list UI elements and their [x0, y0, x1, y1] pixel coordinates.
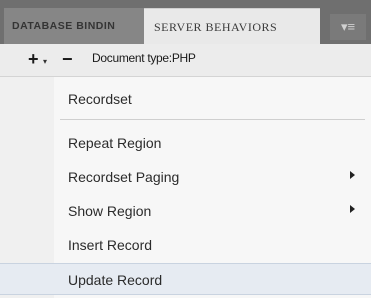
- menu-item-label: Insert Record: [68, 237, 153, 253]
- menu-item-label: Show Region: [68, 203, 152, 219]
- menu-separator: [60, 119, 365, 120]
- menu-item-label: Repeat Region: [68, 135, 162, 151]
- menu-item-update-record[interactable]: Update Record: [0, 263, 371, 295]
- remove-behavior-button[interactable]: −: [62, 48, 73, 70]
- panel-tab-bar: DATABASE BINDIN SERVER BEHAVIORS ▾≡: [0, 0, 371, 44]
- menu-item-recordset[interactable]: Recordset: [0, 83, 371, 115]
- menu-item-show-region[interactable]: Show Region: [0, 195, 371, 227]
- menu-item-label: Recordset: [68, 91, 132, 107]
- menu-item-label: Recordset Paging: [68, 169, 180, 185]
- document-type-label: Document type:PHP: [92, 51, 196, 65]
- add-behavior-button[interactable]: +: [28, 48, 39, 70]
- tab-database-bindings[interactable]: DATABASE BINDIN: [4, 8, 144, 44]
- submenu-arrow-icon: [350, 171, 355, 179]
- panel-options-icon[interactable]: ▾≡: [330, 14, 366, 40]
- submenu-arrow-icon: [350, 205, 355, 213]
- menu-item-label: Update Record: [68, 272, 163, 288]
- menu-item-insert-record[interactable]: Insert Record: [0, 229, 371, 261]
- tab-server-behaviors[interactable]: SERVER BEHAVIORS: [144, 8, 320, 44]
- add-behavior-menu: Recordset Repeat Region Recordset Paging…: [0, 77, 371, 298]
- chevron-down-icon[interactable]: ▾: [43, 57, 47, 66]
- server-behaviors-toolbar: + ▾ − Document type:PHP: [0, 44, 371, 77]
- menu-item-repeat-region[interactable]: Repeat Region: [0, 127, 371, 159]
- menu-item-recordset-paging[interactable]: Recordset Paging: [0, 161, 371, 193]
